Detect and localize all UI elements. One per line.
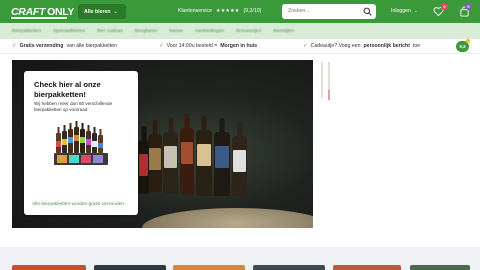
- decorative-vertical-lines: [321, 62, 330, 100]
- login-label: Inloggen: [391, 8, 411, 14]
- category-link[interactable]: Brouwerijen: [236, 29, 261, 34]
- login-link[interactable]: Inloggen ⌄: [391, 8, 418, 14]
- usp-gift-tail: toe: [412, 43, 421, 49]
- product-tile[interactable]: [333, 265, 401, 270]
- usp-bar: ✓ Gratis verzending van alle bierpakkett…: [0, 39, 480, 54]
- usp-gift-bold: persoonlijk bericht: [363, 43, 410, 49]
- promo-title: Check hier al onze bierpakketten!: [34, 80, 101, 99]
- search-input[interactable]: [288, 8, 358, 14]
- usp-next-day: ✓ Voor 14:00u besteld = Morgen in huis: [159, 43, 257, 49]
- usp-next-day-bold: Morgen in huis: [220, 43, 258, 49]
- usp-gift-message: ✓ Cadeautje? Voeg een persoonlijk berich…: [303, 43, 420, 49]
- category-link[interactable]: Aanbiedingen: [195, 29, 224, 34]
- chevron-down-icon: ⌄: [413, 8, 418, 13]
- logo-text-craft: CRAFT: [11, 5, 46, 18]
- usp-gift-text: Cadeautje? Voeg een: [310, 43, 361, 49]
- product-tile[interactable]: [253, 265, 325, 270]
- review-star-dot: [466, 39, 470, 43]
- category-link[interactable]: Bierstijlen: [273, 29, 294, 34]
- category-link[interactable]: Nieuw: [169, 29, 182, 34]
- bierpakketten-promo-card[interactable]: Check hier al onze bierpakketten! Wij he…: [24, 71, 138, 215]
- chevron-down-icon: ⌄: [113, 8, 118, 15]
- category-link[interactable]: Bierglazen: [135, 29, 158, 34]
- free-shipping-link[interactable]: Alle bierpakketten worden gratis verzond…: [32, 202, 124, 207]
- wishlist-count-badge: 0: [441, 3, 448, 10]
- rating-score: (9,2/10): [243, 8, 262, 14]
- search-icon[interactable]: [363, 7, 372, 16]
- category-link[interactable]: Speciaalbieren: [53, 29, 85, 34]
- search-box[interactable]: [282, 4, 376, 19]
- product-tile[interactable]: [12, 265, 86, 270]
- cart-count-badge: 0: [465, 3, 472, 10]
- all-beers-label: Alle bieren: [84, 8, 111, 15]
- product-tile[interactable]: [94, 265, 166, 270]
- category-nav-bar: Bierpakketten Speciaalbieren Bier cadeau…: [0, 23, 480, 39]
- category-link[interactable]: Bierpakketten: [12, 29, 41, 34]
- top-header: CRAFT ONLY Alle bieren ⌄ Klantenservice …: [0, 0, 480, 23]
- usp-free-shipping-bold: Gratis verzending: [19, 43, 64, 49]
- usp-next-day-text: Voor 14:00u besteld =: [166, 43, 218, 49]
- logo-underline: [11, 17, 67, 19]
- product-tile[interactable]: [410, 265, 470, 270]
- promo-subtitle: Wij hebben meer dan 50 verschillende bie…: [34, 101, 113, 112]
- customer-service-label: Klantenservice: [178, 8, 213, 14]
- category-link[interactable]: Bier cadeau: [97, 29, 123, 34]
- usp-free-shipping-text: van alle bierpakketten: [66, 43, 117, 49]
- product-tile[interactable]: [173, 265, 245, 270]
- customer-service-link[interactable]: Klantenservice ★★★★★ (9,2/10): [178, 8, 261, 14]
- checkmark-icon: ✓: [159, 43, 164, 49]
- checkmark-icon: ✓: [303, 43, 308, 49]
- all-beers-menu-button[interactable]: Alle bieren ⌄: [78, 4, 126, 19]
- usp-free-shipping: ✓ Gratis verzending van alle bierpakkett…: [12, 43, 117, 49]
- checkmark-icon: ✓: [12, 43, 17, 49]
- rating-stars-icon: ★★★★★: [216, 8, 240, 14]
- logo-text-only: ONLY: [47, 5, 75, 18]
- beer-pack-image: [54, 121, 108, 165]
